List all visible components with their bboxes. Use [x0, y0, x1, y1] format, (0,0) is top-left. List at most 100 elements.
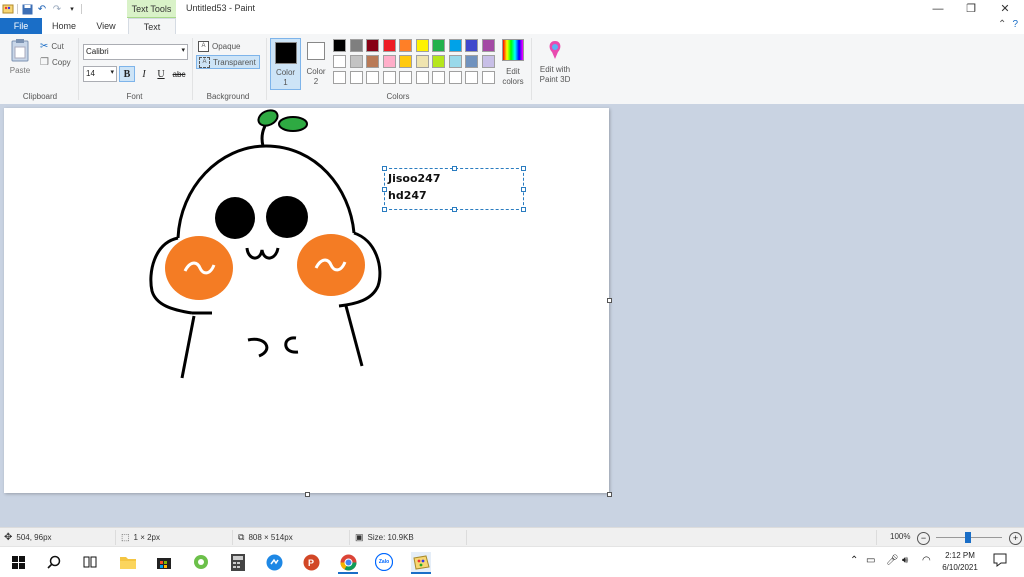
palette-color-swatch[interactable]: [382, 71, 396, 84]
zalo-icon[interactable]: Zalo: [374, 552, 394, 572]
task-view-icon[interactable]: [80, 552, 100, 572]
paint-taskbar-icon[interactable]: [411, 552, 431, 574]
windows-start-icon[interactable]: [8, 552, 28, 572]
palette-color-swatch[interactable]: [481, 71, 495, 84]
opaque-button[interactable]: A Opaque: [198, 40, 240, 52]
text-box-handle[interactable]: [452, 166, 457, 171]
microphone-icon[interactable]: 🎤︎: [886, 555, 899, 566]
save-icon[interactable]: [21, 3, 33, 15]
edit-colors-button[interactable]: Edit colors: [500, 39, 526, 89]
palette-color-swatch[interactable]: [349, 39, 363, 52]
chrome-icon[interactable]: [338, 552, 358, 574]
cut-button[interactable]: ✂ Cut: [40, 41, 64, 52]
text-line-2[interactable]: hd247: [388, 189, 427, 202]
palette-color-swatch[interactable]: [349, 71, 363, 84]
powerpoint-icon[interactable]: P: [301, 552, 321, 572]
network-device-icon[interactable]: ▭: [866, 555, 875, 566]
edit-with-paint3d-button[interactable]: Edit with Paint 3D: [535, 39, 575, 89]
show-hidden-icons[interactable]: ⌃: [850, 555, 858, 566]
paste-button[interactable]: Paste: [8, 38, 32, 80]
palette-color-swatch[interactable]: [415, 71, 429, 84]
palette-color-swatch[interactable]: [465, 39, 478, 52]
restore-button[interactable]: ❐: [956, 0, 986, 17]
text-box-handle[interactable]: [521, 187, 526, 192]
canvas-resize-handle-bottom[interactable]: [305, 492, 310, 497]
help-icon[interactable]: ?: [1012, 19, 1018, 30]
transparent-button[interactable]: A Transparent: [196, 55, 260, 69]
italic-button[interactable]: I: [137, 67, 151, 81]
file-explorer-icon[interactable]: [118, 552, 138, 572]
palette-color-swatch[interactable]: [465, 71, 478, 84]
palette-color-swatch[interactable]: [382, 55, 396, 68]
text-box-handle[interactable]: [382, 187, 387, 192]
palette-color-swatch[interactable]: [448, 55, 462, 68]
image-size: ⧉ 808 × 514px: [238, 532, 293, 543]
palette-color-swatch[interactable]: [399, 39, 412, 52]
font-family-select[interactable]: Calibri ▾: [83, 44, 188, 60]
text-box-handle[interactable]: [382, 166, 387, 171]
palette-color-swatch[interactable]: [366, 71, 379, 84]
palette-color-swatch[interactable]: [432, 39, 445, 52]
palette-color-swatch[interactable]: [333, 55, 346, 68]
text-box-handle[interactable]: [382, 207, 387, 212]
palette-color-swatch[interactable]: [415, 39, 429, 52]
palette-color-swatch[interactable]: [481, 39, 495, 52]
palette-color-swatch[interactable]: [333, 71, 346, 84]
wifi-icon[interactable]: ◠: [922, 555, 931, 566]
palette-color-swatch[interactable]: [382, 39, 396, 52]
search-icon[interactable]: [44, 552, 64, 572]
copy-label: Copy: [51, 58, 71, 67]
customize-qat-icon[interactable]: ▾: [66, 3, 78, 15]
tab-text[interactable]: Text: [128, 18, 176, 35]
notifications-icon[interactable]: [993, 553, 1007, 570]
zoom-in-button[interactable]: +: [1009, 532, 1022, 545]
tab-file[interactable]: File: [0, 18, 42, 34]
palette-color-swatch[interactable]: [399, 55, 412, 68]
palette-color-swatch[interactable]: [481, 55, 495, 68]
clock[interactable]: 2:12 PM 6/10/2021: [936, 550, 984, 574]
color2-button[interactable]: Color 2: [302, 38, 330, 88]
canvas-resize-handle-right[interactable]: [607, 298, 612, 303]
undo-icon[interactable]: ↶: [36, 3, 48, 15]
divider: [266, 38, 267, 100]
palette-color-swatch[interactable]: [333, 39, 346, 52]
strikethrough-button[interactable]: abc: [170, 67, 188, 81]
divider: [192, 38, 193, 100]
close-button[interactable]: ✕: [990, 0, 1020, 17]
text-box-handle[interactable]: [521, 207, 526, 212]
text-box[interactable]: Jisoo247 hd247: [382, 166, 526, 212]
canvas-resize-handle-corner[interactable]: [607, 492, 612, 497]
calculator-icon[interactable]: [228, 552, 248, 572]
palette-color-swatch[interactable]: [399, 71, 412, 84]
palette-color-swatch[interactable]: [448, 39, 462, 52]
tab-view[interactable]: View: [86, 18, 126, 34]
underline-button[interactable]: U: [154, 67, 168, 81]
palette-color-swatch[interactable]: [465, 55, 478, 68]
palette-color-swatch[interactable]: [366, 55, 379, 68]
volume-icon[interactable]: 🔊︎: [902, 555, 908, 566]
color1-button[interactable]: Color 1: [270, 38, 301, 90]
text-line-1[interactable]: Jisoo247: [388, 172, 441, 185]
paint-app-icon[interactable]: [2, 3, 14, 15]
palette-color-swatch[interactable]: [432, 71, 445, 84]
palette-color-swatch[interactable]: [349, 55, 363, 68]
messenger-icon[interactable]: [264, 552, 284, 572]
copy-button[interactable]: ❐ Copy: [40, 57, 71, 68]
tab-home[interactable]: Home: [44, 18, 84, 34]
collapse-ribbon-icon[interactable]: ⌃: [998, 19, 1006, 30]
text-box-handle[interactable]: [521, 166, 526, 171]
bold-button[interactable]: B: [119, 66, 135, 82]
font-size-select[interactable]: 14 ▾: [83, 66, 117, 82]
store-icon[interactable]: [154, 552, 174, 572]
zoom-slider-thumb[interactable]: [965, 532, 971, 543]
text-box-handle[interactable]: [452, 207, 457, 212]
redo-icon[interactable]: ↷: [51, 3, 63, 15]
palette-color-swatch[interactable]: [448, 71, 462, 84]
app-icon-green[interactable]: [191, 552, 211, 572]
minimize-button[interactable]: —: [923, 0, 953, 17]
zoom-out-button[interactable]: −: [917, 532, 930, 545]
palette-color-swatch[interactable]: [366, 39, 379, 52]
palette-color-swatch[interactable]: [432, 55, 445, 68]
drawing-canvas[interactable]: [4, 108, 609, 493]
palette-color-swatch[interactable]: [415, 55, 429, 68]
